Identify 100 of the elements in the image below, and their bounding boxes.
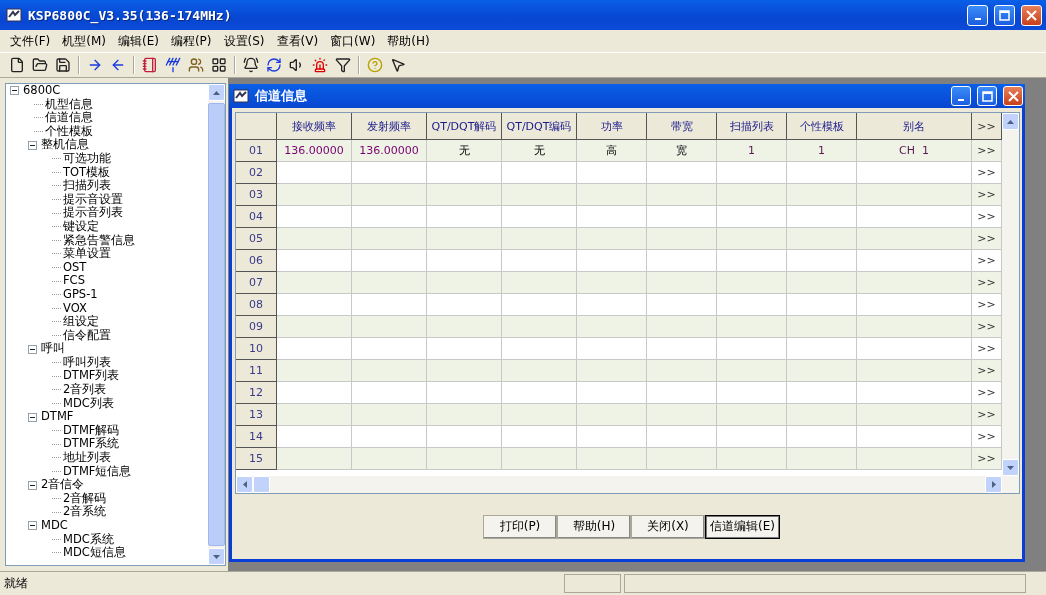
table-cell [717,206,787,228]
tree-item[interactable]: DTMF短信息 [63,464,132,479]
more-button[interactable]: >> [972,382,1002,404]
tree-item[interactable]: 紧急告警信息 [63,233,135,248]
collapse-toggle[interactable] [10,86,19,96]
tree-item[interactable]: 组设定 [63,315,99,329]
tree-item[interactable]: 个性模板 [45,124,93,139]
tree-item[interactable]: 地址列表 [63,451,111,465]
tree-item[interactable]: DTMF解码 [63,423,120,438]
tree-item[interactable]: 信令配置 [63,328,111,343]
menu-item[interactable]: 设置(S) [217,32,271,50]
tree-item[interactable]: 2音系统 [63,505,107,519]
tree-item[interactable]: FCS [63,274,85,288]
scroll-up-button[interactable] [1002,113,1019,130]
dialog-button[interactable]: 关闭(X) [631,514,705,539]
more-button[interactable]: >> [972,448,1002,470]
more-button[interactable]: >> [972,184,1002,206]
row-number: 10 [236,338,277,360]
row-number: 14 [236,426,277,448]
tree-item[interactable]: 呼叫 [41,342,65,356]
menu-item[interactable]: 编辑(E) [112,32,165,50]
more-button[interactable]: >> [972,404,1002,426]
menu-item[interactable]: 编程(P) [164,32,218,50]
collapse-toggle[interactable] [28,480,37,490]
more-button[interactable]: >> [972,294,1002,316]
maximize-button[interactable] [977,86,997,106]
tree-item[interactable]: MDC系统 [63,532,114,547]
minimize-button[interactable] [967,4,988,26]
more-button[interactable]: >> [972,272,1002,294]
menu-item[interactable]: 帮助(H) [381,32,436,50]
collapse-toggle[interactable] [28,344,37,354]
column-header: 扫描列表 [717,113,787,140]
tree-item[interactable]: 提示音设置 [63,192,123,207]
tree-item[interactable]: 2音信令 [41,478,85,492]
menu-item[interactable]: 机型(M) [56,32,112,50]
dialog-button[interactable]: 帮助(H) [557,514,631,539]
table-cell [577,360,647,382]
tree-item[interactable]: 2音列表 [63,383,107,397]
tree-item[interactable]: TOT模板 [63,165,111,180]
table-cell [787,426,857,448]
row-number: 09 [236,316,277,338]
tree-item[interactable]: MDC列表 [63,396,114,411]
scroll-down-button[interactable] [208,548,225,565]
scroll-down-button[interactable] [1002,459,1019,476]
more-button[interactable]: >> [972,162,1002,184]
more-button[interactable]: >> [972,338,1002,360]
tree-item[interactable]: GPS-1 [63,287,98,302]
scroll-left-button[interactable] [236,476,253,493]
tree-item[interactable]: VOX [63,301,87,316]
tree-item[interactable]: 菜单设置 [63,247,111,261]
tree-item[interactable]: 提示音列表 [63,206,123,220]
tree-item[interactable]: DTMF系统 [63,437,120,452]
table-cell [787,184,857,206]
column-header: 带宽 [647,113,717,140]
collapse-toggle[interactable] [28,140,37,150]
tree-item[interactable]: 可选功能 [63,151,111,166]
tree-item[interactable]: 2音解码 [63,491,107,506]
more-button[interactable]: >> [972,316,1002,338]
tree-item[interactable]: OST [63,260,87,275]
scroll-right-button[interactable] [985,476,1002,493]
maximize-button[interactable] [994,4,1015,26]
table-cell [647,294,717,316]
menu-item[interactable]: 查看(V) [270,32,325,50]
dialog-button[interactable]: 信道编辑(E) [705,514,780,539]
more-button[interactable]: >> [972,140,1002,162]
more-button[interactable]: >> [972,228,1002,250]
more-button[interactable]: >> [972,426,1002,448]
close-button[interactable] [1021,4,1042,26]
more-button[interactable]: >> [972,360,1002,382]
table-cell [787,338,857,360]
close-button[interactable] [1003,86,1023,106]
menu-item[interactable]: 窗口(W) [324,32,382,50]
tree-item[interactable]: 键设定 [63,219,99,234]
table-cell [717,404,787,426]
tree-item[interactable]: 信道信息 [45,111,93,125]
table-cell [647,382,717,404]
scroll-up-button[interactable] [208,84,225,101]
table-cell [577,184,647,206]
tree-item[interactable]: 呼叫列表 [63,355,111,370]
more-button[interactable]: >> [972,250,1002,272]
tree-item[interactable]: MDC短信息 [63,546,126,560]
minimize-button[interactable] [951,86,971,106]
tree-item[interactable]: 机型信息 [45,97,93,112]
tree-item[interactable]: 扫描列表 [63,179,111,193]
tree-item[interactable]: DTMF列表 [63,369,120,384]
close-icon [1026,9,1037,21]
menu-item[interactable]: 文件(F) [4,32,57,50]
tree-item[interactable]: MDC [41,519,68,533]
table-cell: 无 [502,140,577,162]
window-title: 信道信息 [255,87,308,105]
tree-item[interactable]: 整机信息 [41,138,89,152]
table-cell [787,272,857,294]
tree-item[interactable]: DTMF [41,410,74,424]
table-cell [787,228,857,250]
table-cell [577,228,647,250]
collapse-toggle[interactable] [28,412,37,422]
dialog-button[interactable]: 打印(P) [483,514,557,539]
collapse-toggle[interactable] [28,521,37,531]
more-button[interactable]: >> [972,206,1002,228]
tree-item[interactable]: 6800C [23,84,61,98]
